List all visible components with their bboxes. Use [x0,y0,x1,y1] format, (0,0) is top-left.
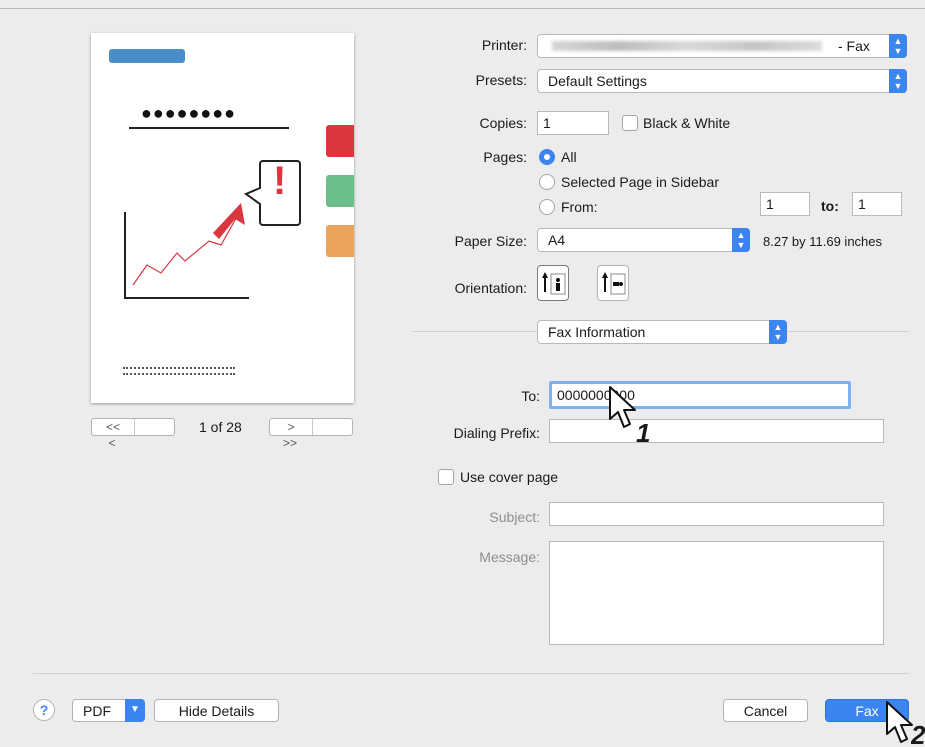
pages-to-label: to: [821,198,839,214]
preview-header-bar [109,49,185,63]
paper-dimensions: 8.27 by 11.69 inches [763,234,883,249]
portrait-icon [542,272,566,295]
preview-tab-red [326,125,354,157]
help-button[interactable]: ? [33,699,55,721]
paper-size-value: A4 [548,232,566,248]
page-counter: 1 of 28 [199,419,242,435]
section-divider-left [413,331,537,332]
first-page-button[interactable]: << [92,419,135,435]
pages-from-radio[interactable] [539,199,555,215]
callout-number-1: 1 [636,418,651,448]
pages-label: Pages: [483,149,527,165]
hide-details-button[interactable]: Hide Details [154,699,279,722]
pages-selected-label: Selected Page in Sidebar [561,174,719,190]
fax-to-label: To: [521,388,540,404]
printer-popup[interactable]: - Fax ▲ ▼ [537,34,907,58]
subject-label: Subject: [489,509,540,525]
presets-label: Presets: [475,72,527,88]
pages-from-label: From: [561,199,598,215]
copies-label: Copies: [479,115,527,131]
presets-popup[interactable]: Default Settings ▲ ▼ [537,69,907,93]
preview-chart-graphic [124,160,301,299]
dialing-prefix-label: Dialing Prefix: [453,425,540,441]
paper-size-label: Paper Size: [454,233,527,249]
subject-field[interactable] [549,502,884,526]
preview-title: ●●●●●●●● [141,103,236,123]
portrait-orientation-button[interactable] [537,265,569,301]
next-page-button[interactable]: > [270,419,313,435]
chevron-updown-icon: ▲ ▼ [732,228,750,252]
pages-to-field[interactable]: 1 [852,192,902,216]
pages-all-label: All [561,149,577,165]
preview-footnote-line1 [123,367,235,371]
pages-all-radio[interactable] [539,149,555,165]
preview-forward-buttons[interactable]: >>> [269,418,353,450]
printer-label: Printer: [481,37,527,53]
preview-tab-green [326,175,354,207]
presets-value: Default Settings [548,73,647,89]
section-popup[interactable]: Fax Information ▲ ▼ [537,320,787,344]
chevron-down-icon: ▼ [125,699,145,722]
last-page-button[interactable]: >> [270,435,310,451]
copies-field[interactable]: 1 [537,111,609,135]
top-divider [0,8,925,9]
chevron-updown-icon: ▲ ▼ [889,69,907,93]
preview-underline [129,127,289,129]
footer-divider [33,673,909,674]
chevron-updown-icon: ▲ ▼ [769,320,787,344]
message-field[interactable] [549,541,884,645]
dialing-prefix-field[interactable] [549,419,884,443]
printer-name-blurred [552,41,822,51]
preview-back-buttons[interactable]: <<< [91,418,175,450]
cover-page-label: Use cover page [460,469,559,485]
black-white-checkbox[interactable] [622,115,638,131]
printer-value: - Fax [838,38,870,54]
fax-to-field[interactable]: 0000000000 [549,381,851,409]
chevron-updown-icon: ▲ ▼ [889,34,907,58]
preview-tab-orange [326,225,354,257]
preview-footnote-line2 [123,373,235,377]
pdf-menu-button[interactable]: PDF ▼ [72,699,145,722]
pdf-label: PDF [83,703,111,719]
landscape-icon [602,272,626,295]
message-label: Message: [479,549,540,565]
orientation-label: Orientation: [454,280,527,296]
section-value: Fax Information [548,324,646,340]
pages-from-field[interactable]: 1 [760,192,810,216]
cursor-icon [609,386,636,428]
black-white-label: Black & White [643,115,731,131]
section-divider-right [787,331,909,332]
preview-exclamation: ! [273,159,287,203]
pages-selected-radio[interactable] [539,174,555,190]
page-preview: ●●●●●●●● ! [91,33,354,403]
landscape-orientation-button[interactable] [597,265,629,301]
callout-number-2: 2 [911,722,925,747]
cover-page-checkbox[interactable] [438,469,454,485]
cancel-button[interactable]: Cancel [723,699,808,722]
prev-page-button[interactable]: < [92,435,132,451]
paper-size-popup[interactable]: A4 ▲ ▼ [537,228,750,252]
